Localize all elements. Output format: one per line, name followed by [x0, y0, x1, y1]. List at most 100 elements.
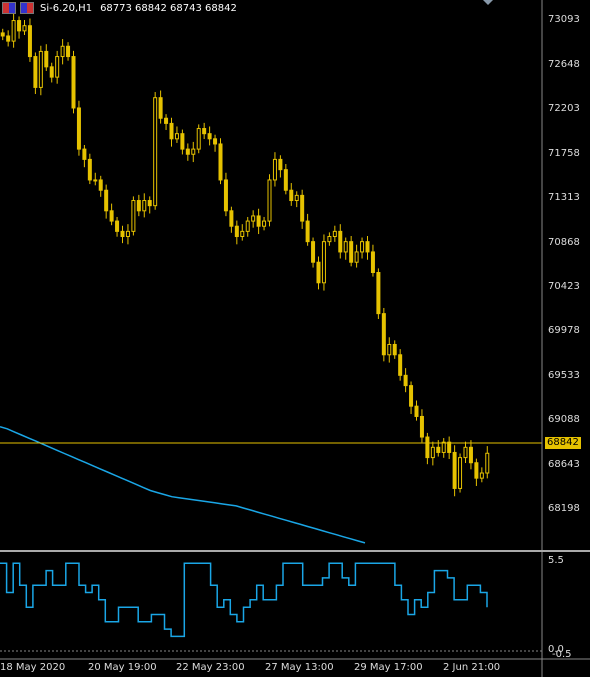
candle: [403, 374, 408, 387]
candle: [71, 56, 76, 109]
flag-icon: [2, 2, 16, 14]
candle: [136, 200, 141, 212]
candle: [6, 35, 11, 42]
candle: [174, 133, 179, 140]
candle: [76, 107, 81, 150]
candle: [278, 158, 283, 171]
price-tick: 70423: [548, 281, 580, 292]
candle: [0, 32, 5, 37]
candle: [131, 200, 136, 232]
candle: [387, 343, 392, 356]
time-tick: 22 May 23:00: [176, 662, 245, 673]
candle: [283, 169, 288, 191]
moving-average-line: [0, 425, 366, 544]
candle: [251, 215, 256, 222]
candle: [87, 158, 92, 181]
candle: [234, 225, 239, 238]
price-tick: 71758: [548, 148, 580, 159]
candle: [125, 230, 130, 238]
symbol-label: Si-6.20,H1: [40, 2, 93, 14]
candle: [321, 241, 326, 284]
candle: [463, 446, 468, 459]
candle: [240, 230, 245, 238]
candle: [207, 133, 212, 140]
candle: [294, 194, 299, 202]
candle: [60, 45, 65, 58]
candle: [202, 128, 207, 135]
candle: [245, 220, 250, 232]
candle: [430, 446, 435, 459]
candle: [349, 241, 354, 263]
candle: [191, 148, 196, 155]
price-tick: 70868: [548, 237, 580, 248]
candle: [98, 179, 103, 191]
candle: [419, 415, 424, 438]
candle: [392, 343, 397, 356]
time-tick: 2 Jun 21:00: [443, 662, 501, 673]
candle: [458, 457, 463, 489]
candle: [158, 97, 163, 119]
time-tick: 27 May 13:00: [265, 662, 334, 673]
candle: [223, 179, 228, 212]
flag-icon: [20, 2, 34, 14]
candle: [311, 241, 316, 263]
candle: [142, 200, 147, 212]
candle: [414, 405, 419, 417]
candle: [370, 251, 375, 273]
candle: [365, 241, 370, 253]
candle: [300, 194, 305, 222]
candle: [316, 261, 321, 284]
candle: [218, 143, 223, 181]
price-tick: 72203: [548, 103, 580, 114]
scroll-marker-icon[interactable]: [483, 0, 493, 5]
current-price-tag: 68842: [545, 437, 581, 449]
candle: [22, 25, 27, 32]
candle: [196, 128, 201, 150]
price-tick: 73093: [548, 14, 580, 25]
time-tick: 18 May 2020: [0, 662, 66, 673]
candle: [343, 241, 348, 253]
candle: [229, 210, 234, 227]
price-chart[interactable]: [0, 0, 590, 677]
price-tick: 69533: [548, 370, 580, 381]
price-tick: 72648: [548, 59, 580, 70]
candle: [180, 133, 185, 150]
candle: [17, 20, 22, 32]
candle: [272, 158, 277, 181]
candle: [441, 441, 446, 453]
candle: [354, 251, 359, 263]
price-tick: 68643: [548, 459, 580, 470]
candle: [305, 220, 310, 243]
price-tick: 71313: [548, 192, 580, 203]
candle: [109, 210, 114, 222]
candle: [289, 189, 294, 202]
candle: [267, 179, 272, 222]
price-tick: 69978: [548, 325, 580, 336]
candle: [447, 441, 452, 453]
candle: [104, 189, 109, 212]
candle: [398, 354, 403, 376]
candle-series: [0, 13, 490, 497]
candle: [11, 20, 16, 42]
candle: [153, 97, 158, 207]
candle: [474, 462, 479, 479]
indicator-line: [0, 562, 488, 638]
candle: [485, 452, 490, 474]
price-tick: 69088: [548, 414, 580, 425]
candle: [327, 236, 332, 243]
time-tick: 29 May 17:00: [354, 662, 423, 673]
candle: [164, 117, 169, 124]
candle: [376, 272, 381, 315]
candle: [33, 56, 38, 88]
ohlc-values: 68773 68842 68743 68842: [100, 2, 237, 14]
candle: [338, 230, 343, 253]
candle: [256, 215, 261, 227]
candle: [452, 451, 457, 489]
candle: [425, 436, 430, 459]
chart-header: Si-6.20,H1 68773 68842 68743 68842: [0, 0, 237, 16]
candle: [479, 472, 484, 479]
candle: [120, 230, 125, 238]
candle: [44, 50, 49, 68]
price-tick: 68198: [548, 503, 580, 514]
candle: [27, 25, 32, 58]
